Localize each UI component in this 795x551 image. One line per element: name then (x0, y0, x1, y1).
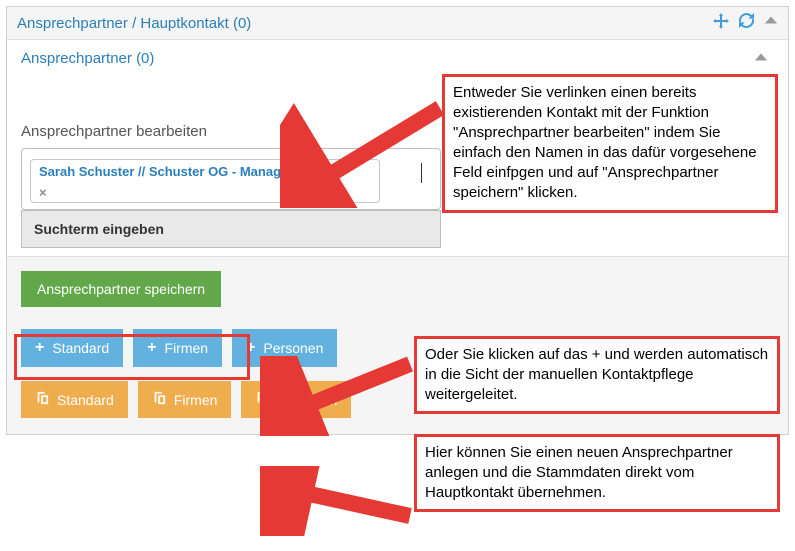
copy-firmen-button[interactable]: Firmen (138, 381, 232, 418)
contacts-section-title[interactable]: Ansprechpartner (0) (21, 50, 154, 67)
button-label: Standard (57, 392, 114, 408)
move-icon[interactable] (713, 13, 729, 33)
panel-title: Ansprechpartner / Hauptkontakt (0) (17, 15, 251, 32)
callout-plus: Oder Sie klicken auf das + und werden au… (414, 336, 780, 414)
copy-standard-button[interactable]: Standard (21, 381, 128, 418)
refresh-icon[interactable] (739, 13, 754, 33)
annotation-arrow-icon (260, 466, 420, 536)
callout-edit-link: Entweder Sie verlinken einen bereits exi… (442, 74, 778, 213)
button-label: Firmen (174, 392, 218, 408)
copy-icon (152, 391, 166, 408)
copy-icon (35, 391, 49, 408)
panel-header: Ansprechpartner / Hauptkontakt (0) (7, 7, 788, 40)
save-contacts-button[interactable]: Ansprechpartner speichern (21, 271, 221, 307)
search-term-row[interactable]: Suchterm eingeben (21, 210, 441, 248)
highlight-save-button (14, 334, 250, 380)
collapse-icon[interactable] (764, 13, 778, 33)
button-label: Personen (263, 340, 323, 356)
annotation-arrow-icon (260, 356, 420, 436)
header-actions (713, 13, 778, 33)
contact-tag-text: Sarah Schuster // Schuster OG - Manageme… (39, 164, 319, 179)
annotation-arrow-icon (280, 98, 450, 208)
callout-copy: Hier können Sie einen neuen Ansprechpart… (414, 434, 780, 512)
remove-tag-icon[interactable]: × (39, 185, 47, 200)
